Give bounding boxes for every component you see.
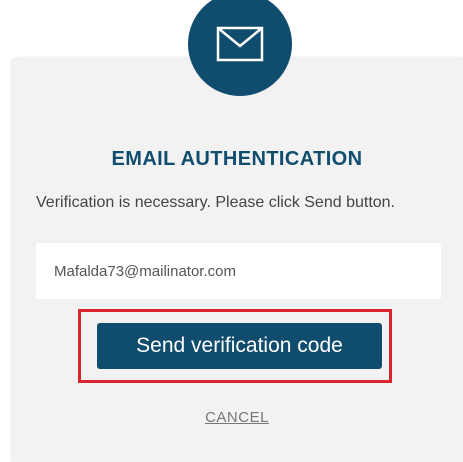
page: EMAIL AUTHENTICATION Verification is nec… <box>0 0 463 462</box>
send-verification-code-button[interactable]: Send verification code <box>97 323 382 369</box>
email-field[interactable] <box>36 243 441 299</box>
instruction-text: Verification is necessary. Please click … <box>36 194 395 211</box>
cancel-link[interactable]: CANCEL <box>11 409 463 426</box>
dialog-title: EMAIL AUTHENTICATION <box>111 148 363 170</box>
